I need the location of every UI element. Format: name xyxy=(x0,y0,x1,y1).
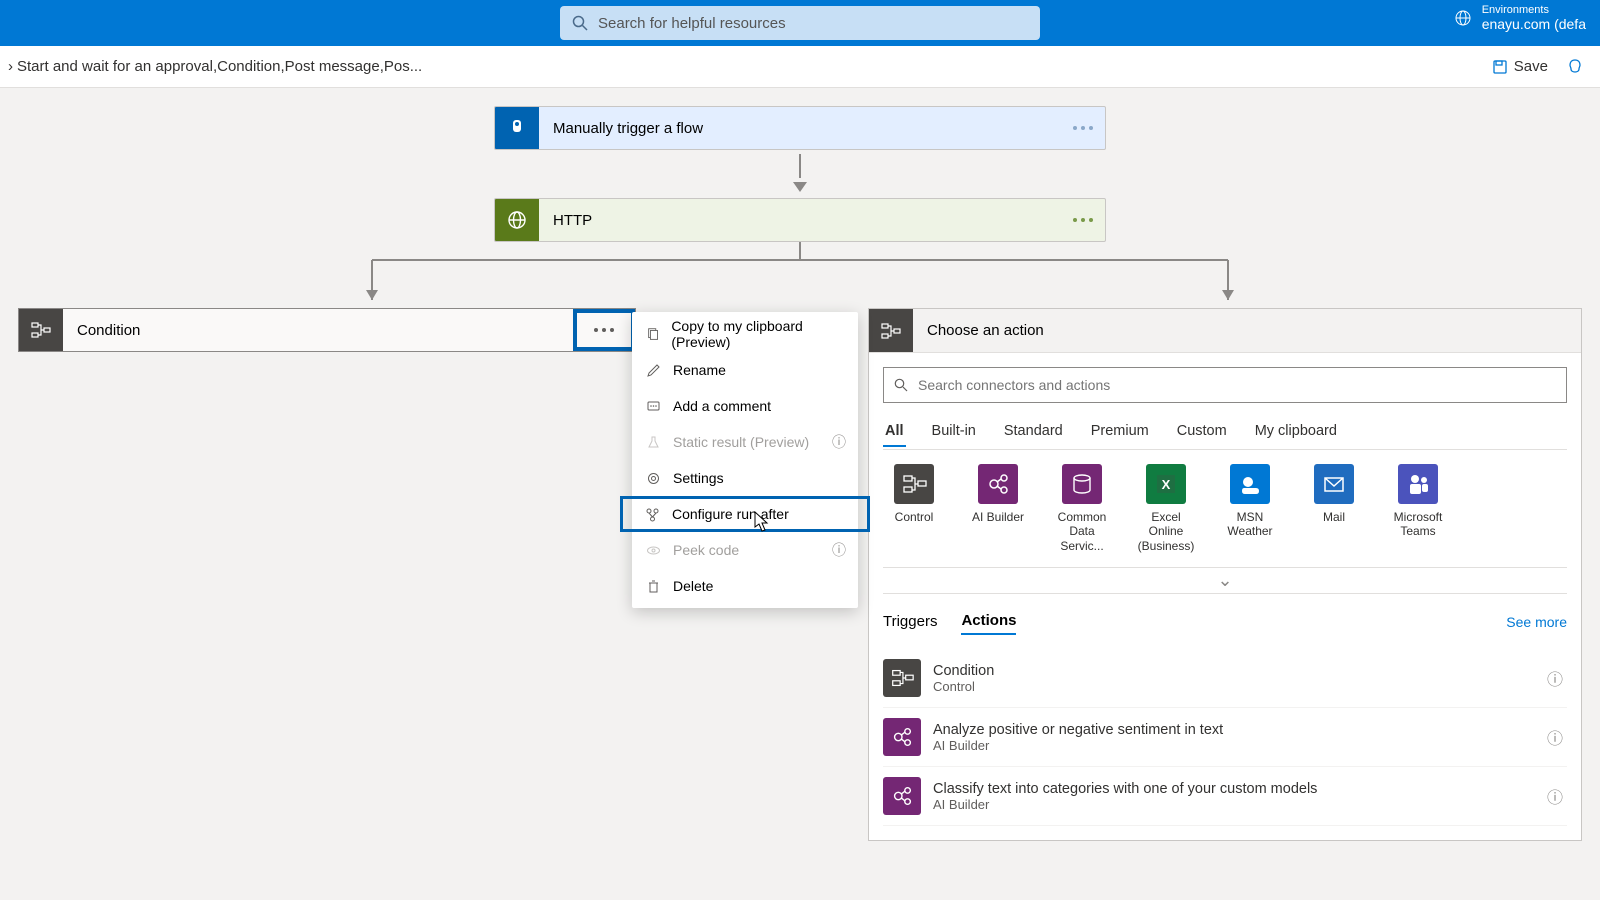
search-input[interactable] xyxy=(598,15,1028,32)
breadcrumb-text: Start and wait for an approval,Condition… xyxy=(17,58,422,75)
search-icon xyxy=(572,15,588,31)
environment-picker[interactable]: Environments enayu.com (defa xyxy=(1454,4,1586,32)
environment-icon xyxy=(1454,9,1472,27)
action-item[interactable]: Classify text into categories with one o… xyxy=(883,767,1567,826)
tab-clipboard[interactable]: My clipboard xyxy=(1253,417,1339,447)
ctx-comment[interactable]: Add a comment xyxy=(632,388,858,424)
panel-icon xyxy=(869,309,913,352)
condition-title: Condition xyxy=(63,309,573,351)
http-menu[interactable] xyxy=(1061,199,1105,241)
action-item[interactable]: Analyze positive or negative sentiment i… xyxy=(883,708,1567,767)
connector-msn-weather[interactable]: MSN Weather xyxy=(1219,464,1281,553)
ctx-rename[interactable]: Rename xyxy=(632,352,858,388)
expand-connectors[interactable]: ⌄ xyxy=(883,567,1567,594)
tab-standard[interactable]: Standard xyxy=(1002,417,1065,447)
save-button[interactable]: Save xyxy=(1492,58,1548,75)
trigger-card[interactable]: Manually trigger a flow xyxy=(494,106,1106,150)
comment-icon xyxy=(646,399,661,414)
category-tabs: All Built-in Standard Premium Custom My … xyxy=(883,417,1567,450)
connector-search-input[interactable] xyxy=(918,377,1556,393)
ctx-settings[interactable]: Settings xyxy=(632,460,858,496)
connector-row: Control AI Builder Common Data Servic... XE… xyxy=(883,464,1567,553)
panel-title: Choose an action xyxy=(913,309,1581,352)
save-icon xyxy=(1492,59,1508,75)
flow-checker-icon[interactable] xyxy=(1566,58,1584,76)
choose-action-panel: Choose an action All Built-in Standard P… xyxy=(868,308,1582,841)
search-icon xyxy=(894,378,908,392)
connector-mail[interactable]: Mail xyxy=(1303,464,1365,553)
gear-icon xyxy=(646,471,661,486)
env-label: Environments xyxy=(1482,4,1586,16)
http-icon xyxy=(495,199,539,241)
eye-icon xyxy=(646,543,661,558)
top-bar: Environments enayu.com (defa xyxy=(0,0,1600,46)
arrow-down-icon xyxy=(793,182,807,192)
action-item[interactable]: ConditionControlⓘ xyxy=(883,649,1567,708)
cursor-icon xyxy=(752,511,770,533)
ctx-configure-run-after[interactable]: Configure run after xyxy=(620,496,870,532)
trash-icon xyxy=(646,579,661,594)
global-search[interactable] xyxy=(560,6,1040,40)
condition-icon xyxy=(19,309,63,351)
info-icon: ⓘ xyxy=(1547,725,1563,749)
branch-connector xyxy=(0,242,1600,312)
breadcrumb-bar: › Start and wait for an approval,Conditi… xyxy=(0,46,1600,88)
flask-icon xyxy=(646,435,661,450)
condition-card[interactable]: Condition xyxy=(18,308,636,352)
context-menu: Copy to my clipboard (Preview) Rename Ad… xyxy=(632,312,858,608)
http-card[interactable]: HTTP xyxy=(494,198,1106,242)
action-list: ConditionControlⓘAnalyze positive or neg… xyxy=(883,649,1567,826)
subtab-triggers[interactable]: Triggers xyxy=(883,609,937,634)
ctx-peek: Peek code ⓘ xyxy=(632,532,858,568)
ctx-static: Static result (Preview) ⓘ xyxy=(632,424,858,460)
connector-search[interactable] xyxy=(883,367,1567,403)
info-icon: ⓘ xyxy=(832,540,846,560)
tab-premium[interactable]: Premium xyxy=(1089,417,1151,447)
trigger-icon xyxy=(495,107,539,149)
connector-excel-online-business-[interactable]: XExcel Online (Business) xyxy=(1135,464,1197,553)
connector-microsoft-teams[interactable]: Microsoft Teams xyxy=(1387,464,1449,553)
info-icon: ⓘ xyxy=(1547,784,1563,808)
tab-all[interactable]: All xyxy=(883,417,906,447)
save-label: Save xyxy=(1514,58,1548,75)
info-icon: ⓘ xyxy=(832,432,846,452)
pencil-icon xyxy=(646,363,661,378)
see-more-link[interactable]: See more xyxy=(1506,614,1567,630)
ctx-copy[interactable]: Copy to my clipboard (Preview) xyxy=(632,316,858,352)
http-title: HTTP xyxy=(539,199,1061,241)
subtab-actions[interactable]: Actions xyxy=(961,608,1016,635)
branch-icon xyxy=(645,507,660,522)
connector-common-data-servic-[interactable]: Common Data Servic... xyxy=(1051,464,1113,553)
tab-custom[interactable]: Custom xyxy=(1175,417,1229,447)
trigger-title: Manually trigger a flow xyxy=(539,107,1061,149)
chevron-right-icon: › xyxy=(8,58,13,75)
breadcrumb[interactable]: › Start and wait for an approval,Conditi… xyxy=(8,58,422,75)
env-value: enayu.com (defa xyxy=(1482,16,1586,32)
connector-control[interactable]: Control xyxy=(883,464,945,553)
trigger-menu[interactable] xyxy=(1061,107,1105,149)
condition-menu[interactable] xyxy=(573,309,635,351)
ctx-delete[interactable]: Delete xyxy=(632,568,858,604)
info-icon: ⓘ xyxy=(1547,666,1563,690)
connector-ai-builder[interactable]: AI Builder xyxy=(967,464,1029,553)
svg-text:X: X xyxy=(1162,477,1171,492)
copy-icon xyxy=(646,327,659,342)
tab-builtin[interactable]: Built-in xyxy=(930,417,978,447)
